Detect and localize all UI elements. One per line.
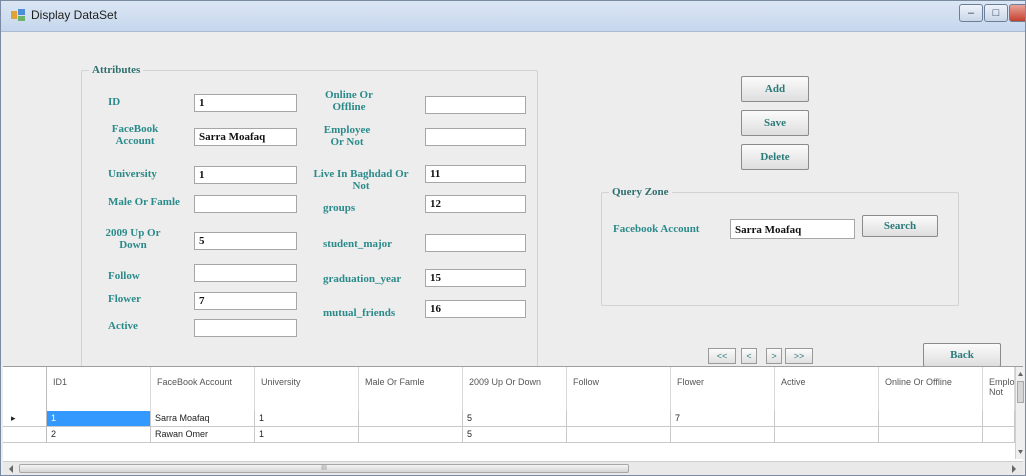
vertical-scrollbar[interactable] [1015, 367, 1025, 459]
online-or-offline-field[interactable] [425, 96, 526, 114]
groups-label: groups [323, 202, 356, 214]
online-or-offline-label: Online Or Offline [325, 89, 373, 113]
follow-field[interactable] [194, 264, 297, 282]
table-cell[interactable]: 5 [463, 411, 567, 427]
query-facebook-account-field[interactable]: Sarra Moafaq [730, 219, 855, 239]
live-in-baghdad-label: Live In Baghdad Or Not [313, 168, 409, 192]
table-cell[interactable] [775, 427, 879, 443]
graduation-year-label: graduation_year [323, 273, 402, 285]
column-header-male-or-famle[interactable]: Male Or Famle [359, 367, 463, 411]
horizontal-scroll-thumb[interactable]: III [19, 464, 629, 473]
row-header-current[interactable]: ▸ [3, 411, 47, 427]
current-row-indicator-icon: ▸ [11, 413, 16, 423]
attributes-group [81, 70, 538, 370]
male-or-famle-field[interactable] [194, 195, 297, 213]
scroll-right-arrow-icon[interactable] [1009, 463, 1019, 475]
app-icon [11, 9, 25, 21]
delete-button[interactable]: Delete [741, 144, 809, 170]
column-header-university[interactable]: University [255, 367, 359, 411]
facebook-account-label: FaceBook Account [111, 123, 159, 147]
save-button[interactable]: Save [741, 110, 809, 136]
column-header-facebook-account[interactable]: FaceBook Account [151, 367, 255, 411]
column-header-id1[interactable]: ID1 [47, 367, 151, 411]
horizontal-scrollbar[interactable]: III [3, 461, 1023, 475]
table-cell[interactable]: 2 [47, 427, 151, 443]
active-field[interactable] [194, 319, 297, 337]
minimize-button[interactable]: – [959, 4, 983, 22]
window-title: Display DataSet [31, 8, 118, 22]
table-cell[interactable] [359, 411, 463, 427]
search-button[interactable]: Search [862, 215, 938, 237]
column-header-employee-or-not[interactable]: Emplo Not [983, 367, 1015, 411]
facebook-account-field[interactable]: Sarra Moafaq [194, 128, 297, 146]
display-dataset-window: Display DataSet – □ x Attributes ID 1 Fa… [0, 0, 1026, 476]
table-cell[interactable] [879, 427, 983, 443]
back-button[interactable]: Back [923, 343, 1001, 367]
dataset-grid[interactable]: ID1 FaceBook Account University Male Or … [3, 366, 1025, 475]
active-label: Active [108, 320, 138, 332]
scroll-left-arrow-icon[interactable] [6, 463, 16, 475]
column-header-active[interactable]: Active [775, 367, 879, 411]
male-or-famle-label: Male Or Famle [108, 196, 180, 208]
id-label: ID [108, 96, 121, 108]
attributes-group-label: Attributes [89, 64, 144, 76]
table-cell[interactable]: 1 [255, 427, 359, 443]
student-major-label: student_major [323, 238, 393, 250]
id-field[interactable]: 1 [194, 94, 297, 112]
flower-label: Flower [108, 293, 141, 305]
university-field[interactable]: 1 [194, 166, 297, 184]
add-button[interactable]: Add [741, 76, 809, 102]
first-record-button[interactable]: << [708, 348, 736, 364]
employee-or-not-label: Employee Or Not [323, 124, 371, 148]
title-bar[interactable]: Display DataSet – □ x [1, 1, 1025, 32]
mutual-friends-field[interactable]: 16 [425, 300, 526, 318]
next-record-button[interactable]: > [766, 348, 782, 364]
table-cell[interactable]: 7 [671, 411, 775, 427]
column-header-follow[interactable]: Follow [567, 367, 671, 411]
flower-field[interactable]: 7 [194, 292, 297, 310]
table-cell[interactable]: 1 [47, 411, 151, 427]
table-cell[interactable]: Sarra Moafaq [151, 411, 255, 427]
table-cell[interactable] [671, 427, 775, 443]
table-cell[interactable] [983, 411, 1015, 427]
up-or-down-2009-field[interactable]: 5 [194, 232, 297, 250]
maximize-button[interactable]: □ [984, 4, 1008, 22]
close-button[interactable]: x [1009, 4, 1025, 22]
column-header-flower[interactable]: Flower [671, 367, 775, 411]
university-label: University [108, 168, 157, 180]
live-in-baghdad-field[interactable]: 11 [425, 165, 526, 183]
query-zone-group [601, 192, 959, 306]
last-record-button[interactable]: >> [785, 348, 813, 364]
student-major-field[interactable] [425, 234, 526, 252]
table-cell[interactable]: 1 [255, 411, 359, 427]
table-cell[interactable]: Rawan Omer [151, 427, 255, 443]
form-client-area: Attributes ID 1 FaceBook Account Sarra M… [1, 32, 1025, 475]
table-cell[interactable] [879, 411, 983, 427]
up-or-down-2009-label: 2009 Up Or Down [105, 227, 161, 251]
table-cell[interactable] [775, 411, 879, 427]
employee-or-not-field[interactable] [425, 128, 526, 146]
groups-field[interactable]: 12 [425, 195, 526, 213]
table-cell[interactable]: 5 [463, 427, 567, 443]
query-facebook-account-label: Facebook Account [613, 223, 700, 235]
vertical-scroll-thumb[interactable] [1017, 381, 1024, 403]
table-cell[interactable] [983, 427, 1015, 443]
row-header[interactable] [3, 427, 47, 443]
grid-corner [3, 367, 47, 411]
table-cell[interactable] [567, 427, 671, 443]
scroll-up-arrow-icon[interactable] [1016, 369, 1025, 379]
column-header-online-or-offline[interactable]: Online Or Offline [879, 367, 983, 411]
table-cell[interactable] [359, 427, 463, 443]
follow-label: Follow [108, 270, 140, 282]
column-header-2009-up-or-down[interactable]: 2009 Up Or Down [463, 367, 567, 411]
mutual-friends-label: mutual_friends [323, 307, 396, 319]
table-cell[interactable] [567, 411, 671, 427]
graduation-year-field[interactable]: 15 [425, 269, 526, 287]
previous-record-button[interactable]: < [741, 348, 757, 364]
scroll-down-arrow-icon[interactable] [1016, 447, 1025, 457]
query-zone-label: Query Zone [609, 186, 672, 198]
